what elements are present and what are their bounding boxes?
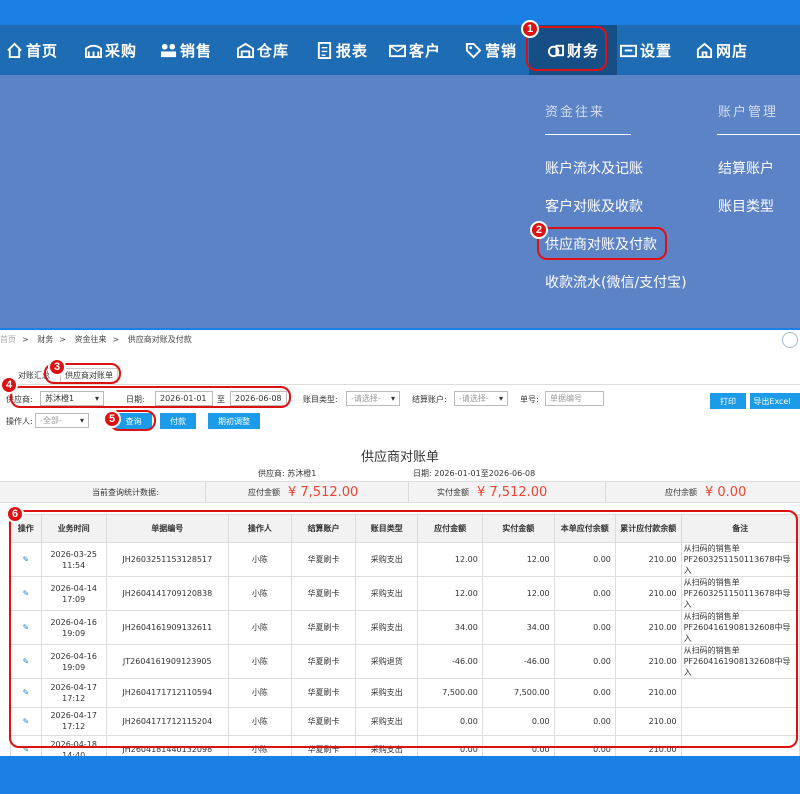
nav-item-9[interactable]: 网店 (696, 25, 751, 75)
export-excel-button[interactable]: 导出Excel (750, 393, 794, 409)
breadcrumb-home[interactable]: 首页 (0, 335, 16, 344)
divider (717, 134, 800, 135)
tag-icon (465, 42, 482, 58)
operator-select[interactable]: -全部- ▾ (35, 413, 89, 428)
account-type-select[interactable]: -请选择- ▾ (346, 391, 400, 406)
stat-label: 当前查询统计数据: (92, 487, 159, 497)
nav-label: 设置 (640, 41, 673, 60)
nav-label: 报表 (336, 41, 369, 60)
report-icon (317, 41, 332, 59)
breadcrumb: 首页 > 财务 > 资金往来 > 供应商对账及付款 (0, 335, 192, 344)
store-icon (696, 42, 713, 58)
chevron-down-icon: ▾ (498, 394, 503, 403)
docno-input[interactable]: 单据编号 (545, 391, 604, 406)
nav-label: 客户 (409, 41, 442, 60)
menu-item-account-type[interactable]: 账目类型 (718, 196, 774, 216)
mail-icon (389, 44, 406, 57)
supplier-statement-page: 首页 > 财务 > 资金往来 > 供应商对账及付款 对账汇总 供应商对账单 3 供应商… (0, 330, 800, 756)
report-date-range: 日期: 2026-01-01至2026-06-08 (413, 469, 536, 478)
print-button[interactable]: 打印 (710, 393, 746, 409)
nav-item-1[interactable]: 采购 (85, 25, 145, 75)
account-type-label: 账目类型: (303, 395, 338, 404)
nav-item-8[interactable]: 设置 (620, 25, 680, 75)
operator-label: 操作人: (6, 417, 33, 426)
balance-summary: 应付余额 ¥ 0.00 (665, 484, 747, 500)
nav-item-0[interactable]: 首页 (6, 25, 66, 75)
nav-label: 仓库 (257, 41, 290, 60)
summary-row: 当前查询统计数据: 应付金额 ¥ 7,512.00 实付金额 ¥ 7,512.00 … (0, 481, 800, 503)
nav-item-3[interactable]: 仓库 (237, 25, 299, 75)
dropdown-header-funds: 资金往来 (545, 105, 606, 120)
nav-label: 网店 (716, 41, 749, 60)
breadcrumb-current: 供应商对账及付款 (127, 335, 192, 344)
highlight-filters (10, 386, 291, 408)
report-title: 供应商对账单 (360, 450, 439, 465)
paid-summary: 实付金额 ¥ 7,512.00 (437, 484, 548, 500)
step-badge-3: 3 (48, 358, 66, 376)
warehouse-icon (237, 42, 254, 58)
chevron-down-icon: ▾ (79, 416, 84, 425)
nav-item-4[interactable]: 报表 (316, 25, 376, 75)
pay-button[interactable]: 付款 (160, 413, 196, 429)
initial-adjust-button[interactable]: 期初调整 (208, 413, 260, 429)
nav-item-5[interactable]: 客户 (389, 25, 449, 75)
nav-label: 首页 (26, 41, 59, 60)
nav-label: 采购 (105, 41, 138, 60)
dropdown-header-accounts: 账户管理 (718, 105, 779, 120)
step-badge-4: 4 (0, 376, 18, 394)
step-badge-2: 2 (530, 221, 548, 239)
help-icon[interactable] (782, 332, 798, 348)
menu-item-settle-account[interactable]: 结算账户 (718, 158, 774, 178)
bottom-bar (0, 758, 800, 794)
settings-icon (620, 44, 637, 57)
step-badge-5: 5 (103, 410, 121, 428)
breadcrumb-funds[interactable]: 资金往来 (75, 335, 107, 344)
settle-account-label: 结算账户: (412, 395, 447, 404)
report-supplier: 供应商: 苏沐橙1 (258, 469, 317, 478)
menu-item-account-flow[interactable]: 账户流水及记账 (545, 158, 643, 178)
breadcrumb-finance[interactable]: 财务 (37, 335, 53, 344)
tab-divider (0, 384, 800, 385)
menu-item-customer-reconcile[interactable]: 客户对账及收款 (545, 196, 643, 216)
payable-summary: 应付金额 ¥ 7,512.00 (248, 484, 359, 500)
nav-item-2[interactable]: 销售 (160, 25, 222, 75)
highlight-supplier-reconcile (537, 227, 667, 260)
shop-icon (85, 44, 102, 58)
divider (545, 134, 631, 135)
nav-label: 销售 (180, 41, 213, 60)
nav-label: 营销 (485, 41, 518, 60)
home-icon (7, 42, 22, 58)
highlight-table (9, 510, 798, 748)
step-badge-6: 6 (6, 505, 24, 523)
users-icon (160, 43, 177, 57)
top-nav: 首页 采购 销售 仓库 报表 客户 营销 财务 设置 网店 (0, 25, 800, 75)
step-badge-1: 1 (521, 20, 539, 38)
chevron-down-icon: ▾ (390, 394, 395, 403)
settle-account-select[interactable]: -请选择- ▾ (454, 391, 508, 406)
nav-item-6[interactable]: 营销 (465, 25, 529, 75)
docno-label: 单号: (520, 395, 539, 404)
export-dropdown-button[interactable] (794, 393, 800, 409)
menu-item-payment-flow[interactable]: 收款流水(微信/支付宝) (545, 272, 687, 292)
